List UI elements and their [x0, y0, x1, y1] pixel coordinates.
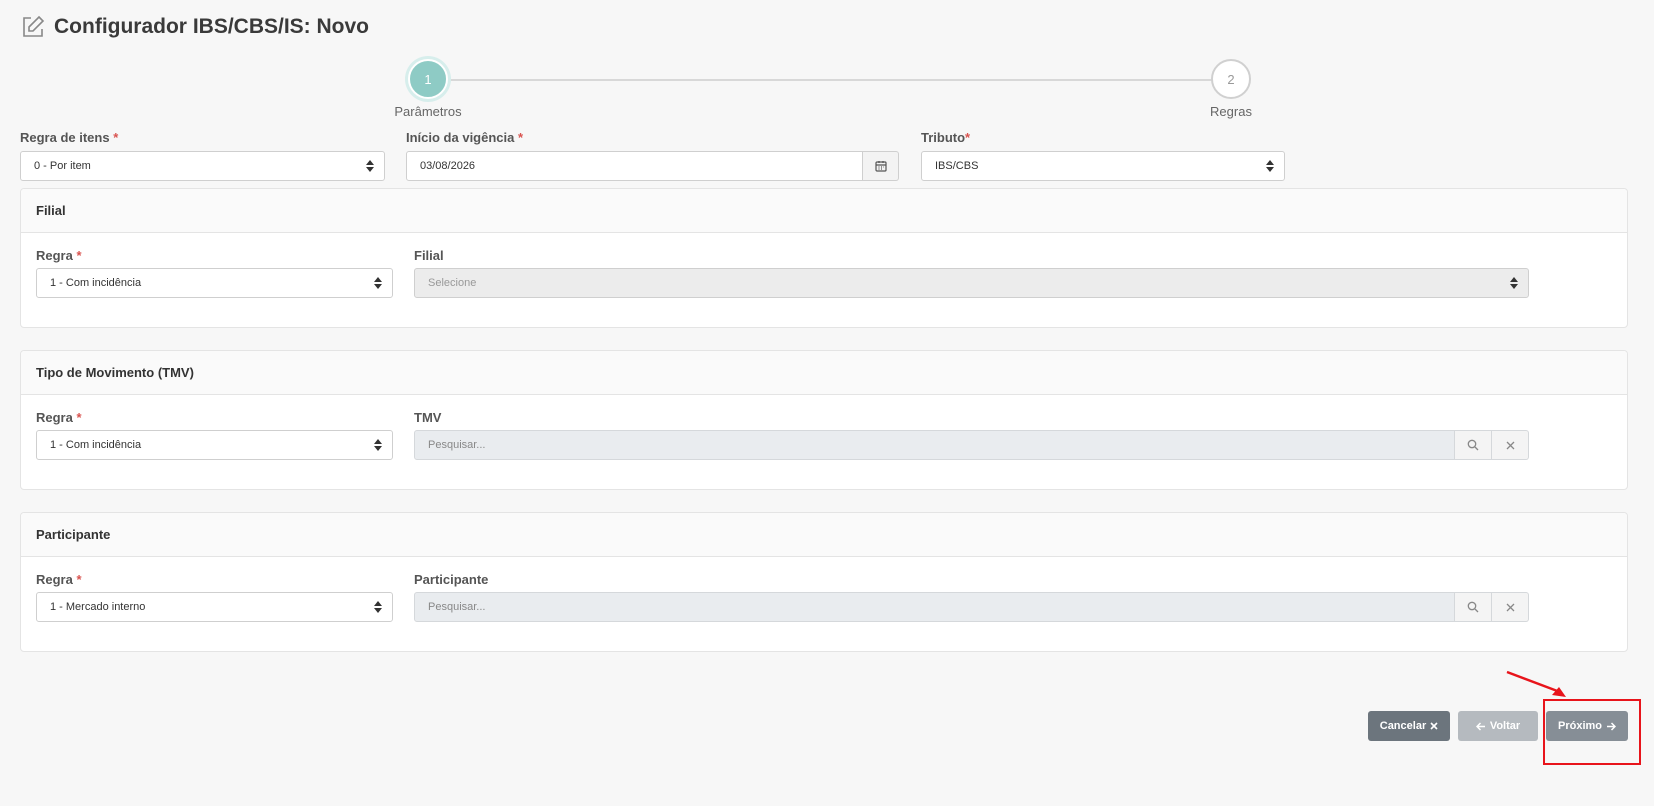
- back-button[interactable]: Voltar: [1458, 711, 1538, 741]
- tmv-regra-select[interactable]: 1 - Com incidência: [36, 430, 393, 460]
- edit-icon: [20, 14, 46, 40]
- calendar-icon: [874, 161, 887, 172]
- tmv-regra-label: Regra *: [36, 410, 82, 425]
- tributo-value: IBS/CBS: [935, 160, 979, 172]
- participante-field-label: Participante: [414, 572, 489, 587]
- sort-arrows-icon: [374, 601, 382, 613]
- participante-regra-value: 1 - Mercado interno: [50, 601, 146, 613]
- stepper-line: [428, 79, 1212, 81]
- calendar-button[interactable]: [863, 151, 899, 181]
- filial-select[interactable]: Selecione: [414, 268, 1529, 298]
- inicio-vigencia-label: Início da vigência *: [406, 130, 524, 145]
- tmv-regra-value: 1 - Com incidência: [50, 439, 142, 451]
- step-circle[interactable]: 2: [1211, 59, 1251, 99]
- participante-panel: Participante Regra * 1 - Mercado interno…: [20, 512, 1628, 652]
- participante-search-input[interactable]: Pesquisar...: [414, 592, 1455, 622]
- filial-placeholder: Selecione: [428, 277, 477, 289]
- sort-arrows-icon: [374, 277, 382, 289]
- participante-search-button[interactable]: [1455, 592, 1492, 622]
- tmv-panel-title: Tipo de Movimento (TMV): [21, 351, 1627, 395]
- sort-arrows-icon: [374, 439, 382, 451]
- inicio-vigencia-field: Início da vigência * 03/08/2026: [406, 130, 899, 181]
- filial-regra-value: 1 - Com incidência: [50, 277, 142, 289]
- annotation-highlight-box: [1543, 699, 1641, 765]
- sort-arrows-icon: [366, 160, 374, 172]
- back-label: Voltar: [1489, 720, 1521, 732]
- search-icon: [1467, 601, 1479, 613]
- step-regras[interactable]: 2 Regras: [1181, 59, 1281, 119]
- tmv-panel: Tipo de Movimento (TMV) Regra * 1 - Com …: [20, 350, 1628, 490]
- page-header: Configurador IBS/CBS/IS: Novo: [20, 14, 369, 40]
- participante-panel-title: Participante: [21, 513, 1627, 557]
- filial-panel-title: Filial: [21, 189, 1627, 233]
- close-icon: [1430, 722, 1438, 730]
- tmv-field-label: TMV: [414, 410, 442, 425]
- regra-itens-label: Regra de itens *: [20, 130, 119, 145]
- regra-itens-field: Regra de itens * 0 - Por item: [20, 130, 385, 181]
- tributo-select[interactable]: IBS/CBS: [921, 151, 1285, 181]
- participante-search-group: Pesquisar...: [414, 592, 1529, 622]
- tributo-field: Tributo* IBS/CBS: [921, 130, 1285, 181]
- tributo-label: Tributo*: [921, 130, 971, 145]
- filial-field-label: Filial: [414, 248, 444, 263]
- participante-regra-label: Regra *: [36, 572, 82, 587]
- wizard-stepper: 1 Parâmetros 2 Regras: [380, 59, 1260, 119]
- close-icon: [1506, 441, 1514, 449]
- close-icon: [1506, 603, 1514, 611]
- cancel-label: Cancelar: [1379, 720, 1427, 732]
- tmv-search-group: Pesquisar...: [414, 430, 1529, 460]
- search-icon: [1467, 439, 1479, 451]
- date-input-group: 03/08/2026: [406, 151, 899, 181]
- filial-regra-label: Regra *: [36, 248, 82, 263]
- sort-arrows-icon: [1510, 277, 1518, 289]
- tmv-search-input[interactable]: Pesquisar...: [414, 430, 1455, 460]
- filial-regra-select[interactable]: 1 - Com incidência: [36, 268, 393, 298]
- participante-regra-select[interactable]: 1 - Mercado interno: [36, 592, 393, 622]
- inicio-vigencia-input[interactable]: 03/08/2026: [406, 151, 863, 181]
- step-label: Parâmetros: [394, 104, 462, 119]
- tmv-search-button[interactable]: [1455, 430, 1492, 460]
- participante-clear-button[interactable]: [1492, 592, 1529, 622]
- arrow-left-icon: [1475, 721, 1485, 731]
- step-circle[interactable]: 1: [408, 59, 448, 99]
- step-parametros[interactable]: 1 Parâmetros: [378, 59, 478, 119]
- cancel-button[interactable]: Cancelar: [1368, 711, 1450, 741]
- step-label: Regras: [1210, 104, 1252, 119]
- tmv-clear-button[interactable]: [1492, 430, 1529, 460]
- page-title: Configurador IBS/CBS/IS: Novo: [54, 15, 369, 38]
- regra-itens-select[interactable]: 0 - Por item: [20, 151, 385, 181]
- sort-arrows-icon: [1266, 160, 1274, 172]
- regra-itens-value: 0 - Por item: [34, 160, 91, 172]
- annotation-arrow-icon: [1506, 670, 1566, 697]
- filial-panel: Filial Regra * 1 - Com incidência Filial…: [20, 188, 1628, 328]
